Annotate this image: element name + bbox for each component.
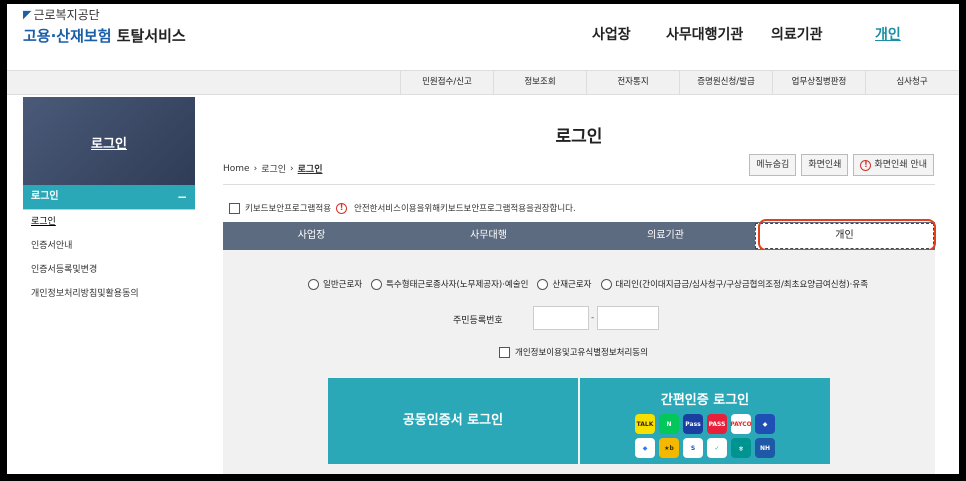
print-guide-button[interactable]: ! 화면인쇄 안내 (853, 154, 934, 176)
consent-checkbox[interactable] (499, 346, 510, 358)
kb-icon[interactable]: ★b (659, 438, 679, 458)
gnb-personal[interactable]: 개인 (875, 24, 901, 44)
sidebar-item-cert-register[interactable]: 인증서등록및변경 (23, 258, 195, 282)
subnav-disease[interactable]: 업무상질병판정 (772, 71, 865, 94)
ssn-front-input[interactable] (533, 306, 589, 330)
simple-auth-icons: TALK N Pass PASS PAYCO ◆ ◆ ★b S ✓ ㅎ NH (580, 414, 830, 458)
breadcrumb-login[interactable]: 로그인 (261, 162, 286, 175)
hana-icon[interactable]: ㅎ (731, 438, 751, 458)
gnb-agency[interactable]: 사무대행기관 (666, 24, 743, 44)
ssn-dash: - (591, 313, 595, 323)
sub-nav-bar: 민원접수/신고 정보조회 전자통지 증명원신청/발급 업무상질병판정 심사청구 (7, 70, 959, 95)
hide-menu-button[interactable]: 메뉴숨김 (749, 154, 797, 176)
radio-agent-label: 대리인(간이대지급금/심사청구/구상금협의조정/최초요양급여신청)·유족 (615, 280, 869, 290)
subnav-certificate[interactable]: 증명원신청/발급 (679, 71, 772, 94)
ssn-back-input[interactable] (597, 306, 659, 330)
toss-icon[interactable]: ◆ (635, 438, 655, 458)
sidebar-menu-head[interactable]: 로그인 − (23, 185, 195, 209)
radio-special-worker-label: 특수형태근로종사자(노무제공자)·예술인 (386, 280, 529, 290)
service-name: 고용·산재보험 (23, 27, 112, 45)
keyboard-security-checkbox[interactable] (229, 202, 240, 214)
user-type-radios: 일반근로자 특수형태근로종사자(노무제공자)·예술인 산재근로자 대리인(간이대… (303, 278, 868, 290)
login-form-panel: 일반근로자 특수형태근로종사자(노무제공자)·예술인 산재근로자 대리인(간이대… (223, 250, 935, 474)
site-logo[interactable]: ◤ 근로복지공단 고용·산재보험 토탈서비스 (23, 6, 186, 46)
breadcrumb-current: 로그인 (297, 165, 323, 175)
site-header: ◤ 근로복지공단 고용·산재보험 토탈서비스 사업장 사무대행기관 의료기관 개… (7, 4, 959, 68)
radio-general-worker[interactable] (308, 278, 319, 290)
shinhan-icon[interactable]: S (683, 438, 703, 458)
keyboard-security-label: 키보드보안프로그램적용 (245, 204, 332, 214)
warning-icon: ! (860, 159, 872, 171)
consent-label: 개인정보이용및고유식별정보처리동의 (515, 348, 648, 358)
breadcrumb: Home › 로그인 › 로그인 (223, 162, 323, 176)
radio-general-worker-label: 일반근로자 (323, 280, 363, 290)
page-tools: 메뉴숨김 화면인쇄 ! 화면인쇄 안내 (749, 154, 934, 176)
service-suffix: 토탈서비스 (116, 27, 186, 45)
breadcrumb-home[interactable]: Home (223, 164, 250, 174)
gnb-business[interactable]: 사업장 (592, 24, 631, 44)
breadcrumb-separator-icon: › (253, 163, 258, 174)
banksalad-icon[interactable]: ✓ (707, 438, 727, 458)
shield-auth-icon[interactable]: ◆ (755, 414, 775, 434)
sidebar-menu: 로그인 인증서안내 인증서등록및변경 개인정보처리방침및활용동의 (23, 209, 195, 306)
tab-business[interactable]: 사업장 (223, 222, 400, 250)
tab-medical[interactable]: 의료기관 (577, 222, 754, 250)
browser-viewport: ◤ 근로복지공단 고용·산재보험 토탈서비스 사업장 사무대행기관 의료기관 개… (7, 4, 959, 474)
sidebar-item-login[interactable]: 로그인 (23, 210, 195, 234)
kcomwel-logo-icon: ◤ (23, 8, 32, 21)
gnb-medical[interactable]: 의료기관 (771, 24, 823, 44)
cert-login-button[interactable]: 공동인증서 로그인 (328, 378, 578, 464)
breadcrumb-separator-icon: › (290, 163, 294, 174)
warning-icon: ! (336, 202, 348, 214)
payco-icon[interactable]: PAYCO (730, 414, 752, 434)
ssn-label: 주민등록번호 (453, 316, 503, 326)
collapse-icon[interactable]: − (177, 185, 187, 209)
subnav-notice[interactable]: 전자통지 (586, 71, 679, 94)
tab-agency[interactable]: 사무대행 (400, 222, 577, 250)
subnav-complaint[interactable]: 민원접수/신고 (400, 71, 493, 94)
sidebar-menu-head-label: 로그인 (31, 191, 59, 202)
print-guide-label: 화면인쇄 안내 (874, 160, 927, 170)
divider (223, 184, 935, 185)
radio-agent[interactable] (600, 278, 612, 290)
page-title: 로그인 (555, 127, 603, 147)
radio-injured-worker[interactable] (537, 278, 549, 290)
sidebar-title: 로그인 (91, 137, 127, 152)
keyboard-security-row: 키보드보안프로그램적용 ! 안전한서비스이용을위해키보드보안프로그램적용을권장합… (229, 202, 576, 214)
tab-highlight-outline (758, 219, 936, 251)
simple-login-title: 간편인증 로그인 (660, 393, 750, 408)
pass-icon[interactable]: PASS (707, 414, 727, 434)
kakao-icon[interactable]: TALK (635, 414, 655, 434)
simple-login-button[interactable]: 간편인증 로그인 TALK N Pass PASS PAYCO ◆ ◆ ★b S ✓ ㅎ NH (580, 378, 830, 464)
sidebar-hero: 로그인 (23, 97, 195, 185)
subnav-info[interactable]: 정보조회 (493, 71, 586, 94)
sidebar-item-cert-guide[interactable]: 인증서안내 (23, 234, 195, 258)
subnav-appeal[interactable]: 심사청구 (865, 71, 958, 94)
nh-icon[interactable]: NH (755, 438, 775, 458)
samsung-pass-icon[interactable]: Pass (683, 414, 703, 434)
org-name: 근로복지공단 (33, 8, 100, 22)
naver-icon[interactable]: N (659, 414, 679, 434)
consent-row: 개인정보이용및고유식별정보처리동의 (499, 346, 648, 358)
print-button[interactable]: 화면인쇄 (801, 154, 849, 176)
radio-injured-worker-label: 산재근로자 (552, 280, 592, 290)
sidebar-item-privacy[interactable]: 개인정보처리방침및활용동의 (23, 282, 195, 306)
keyboard-security-notice: 안전한서비스이용을위해키보드보안프로그램적용을권장합니다. (354, 204, 576, 214)
radio-special-worker[interactable] (371, 278, 383, 290)
